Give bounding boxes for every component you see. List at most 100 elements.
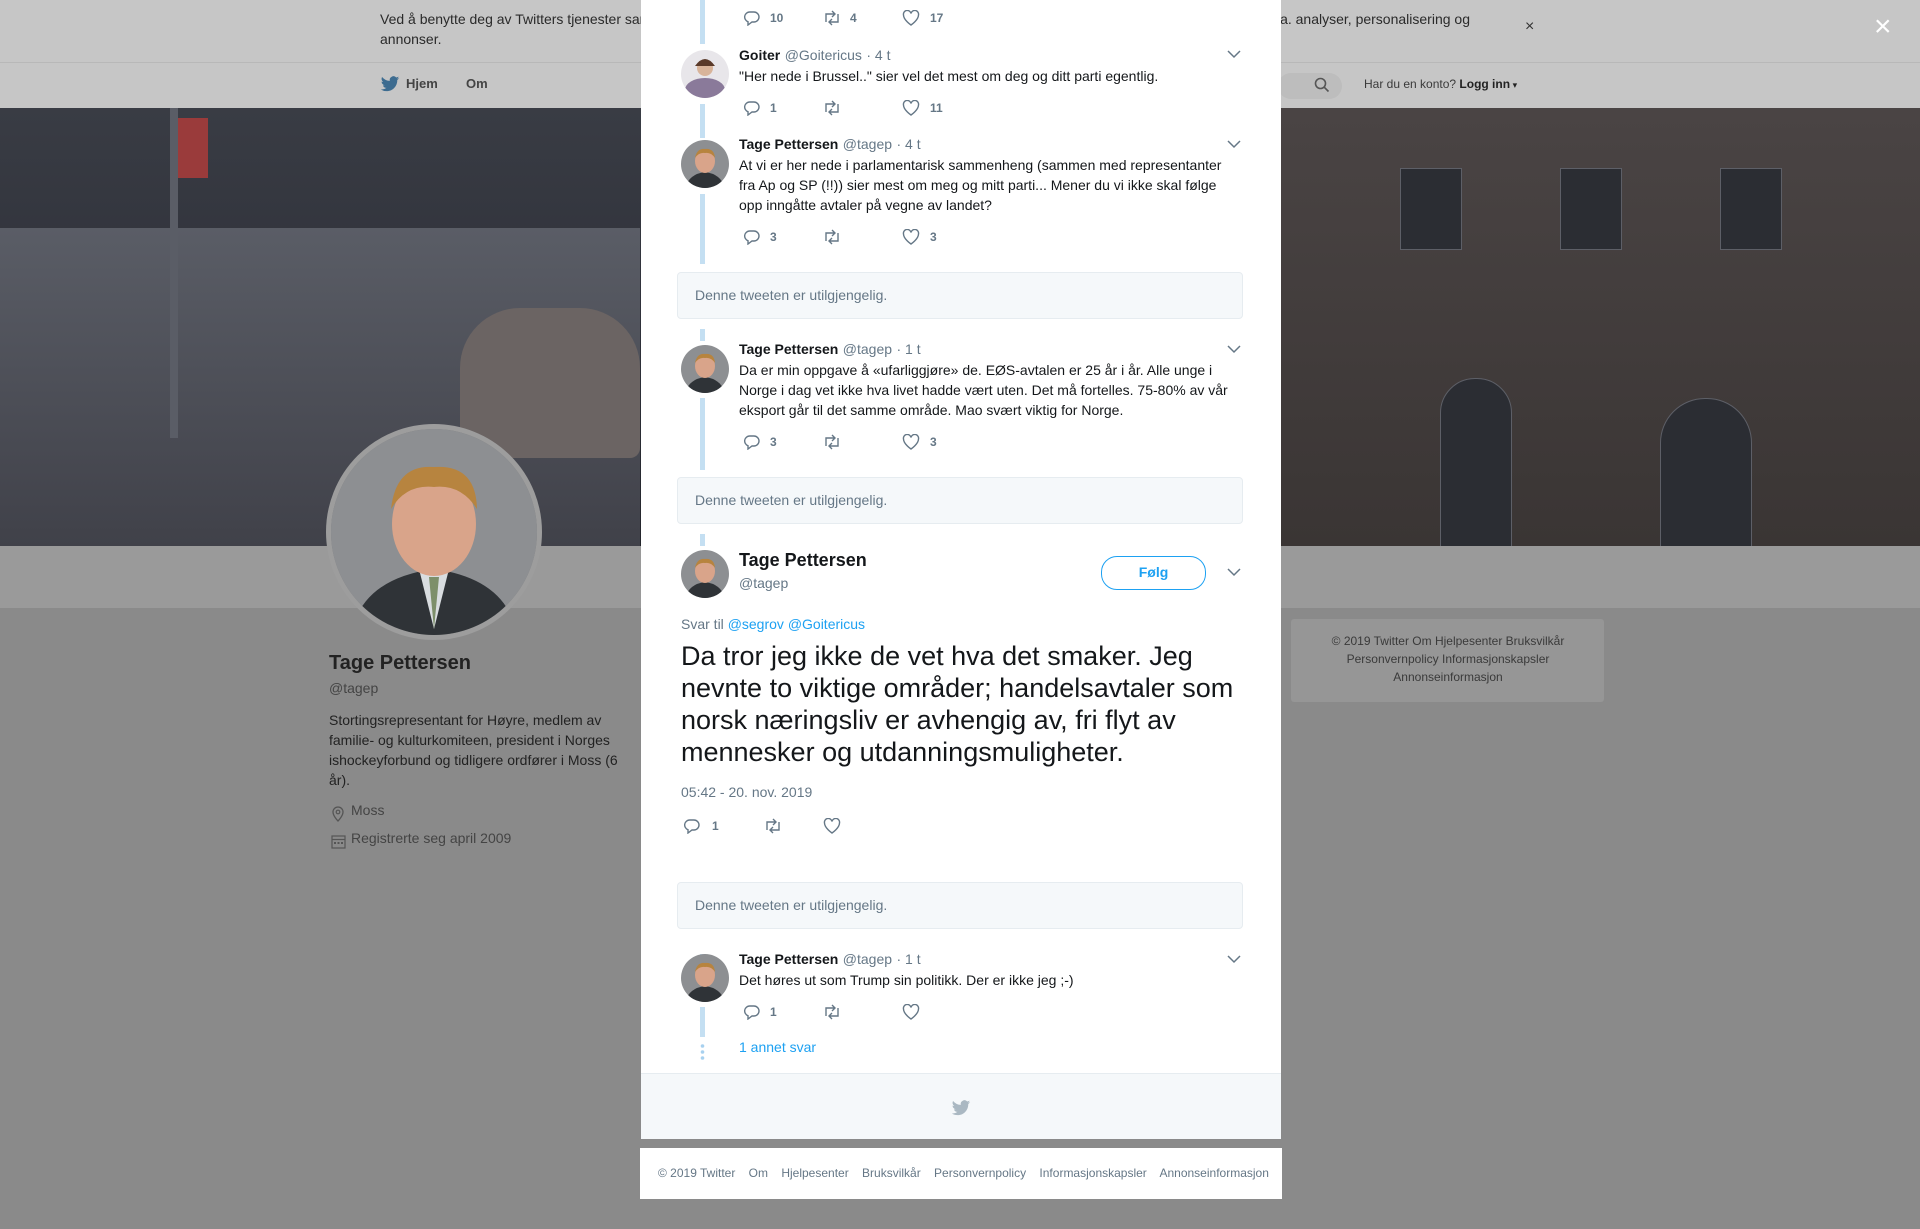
login-link[interactable]: Logg inn (1459, 77, 1510, 91)
chevron-down-icon[interactable] (1227, 568, 1241, 577)
profile-location: Moss (351, 802, 385, 818)
reply-icon[interactable] (743, 100, 761, 116)
reply-to-mention[interactable]: @segrov (728, 616, 784, 632)
more-replies-dots-icon (700, 1044, 705, 1060)
tweet-time[interactable]: · 1 t (897, 951, 921, 967)
like-count: 3 (930, 435, 937, 449)
caret-down-icon[interactable]: ▾ (1510, 80, 1518, 90)
reply-to-label: Svar til (681, 616, 724, 632)
tweet-author-handle[interactable]: @Goitericus (785, 47, 862, 63)
reply-to-mention[interactable]: @Goitericus (788, 616, 865, 632)
chevron-down-icon[interactable] (1227, 140, 1241, 149)
chevron-down-icon[interactable] (1227, 50, 1241, 59)
nav-home-link[interactable]: Hjem (406, 76, 438, 91)
login-area: Har du en konto? Logg inn ▾ (1364, 77, 1517, 91)
profile-name[interactable]: Tage Pettersen (329, 652, 471, 675)
tweet-modal: 10 4 17 Goiter @Goitericus · 4 t "Her ne… (641, 0, 1281, 1139)
avatar[interactable] (681, 954, 729, 1002)
main-tweet-author-handle[interactable]: @tagep (739, 575, 788, 591)
reply-count: 1 (712, 819, 719, 833)
like-count: 17 (930, 11, 944, 25)
tweet-author-name[interactable]: Tage Pettersen (739, 136, 838, 152)
reply-icon[interactable] (743, 1004, 761, 1020)
tweet-text: Det høres ut som Trump sin politikk. Der… (739, 972, 1074, 988)
tweet-author-name[interactable]: Tage Pettersen (739, 951, 838, 967)
follow-button[interactable]: Følg (1101, 556, 1206, 590)
tweet-actions: 1 11 (743, 100, 1043, 120)
tweet-author-handle[interactable]: @tagep (843, 341, 892, 357)
like-icon[interactable] (823, 818, 841, 834)
like-icon[interactable] (902, 10, 920, 26)
avatar[interactable] (681, 140, 729, 188)
tweet-actions: 1 (683, 818, 983, 838)
calendar-icon (331, 834, 346, 849)
chevron-down-icon[interactable] (1227, 955, 1241, 964)
tweet-actions: 3 3 (743, 229, 1043, 249)
tweet-time[interactable]: · 1 t (897, 341, 921, 357)
like-icon[interactable] (902, 434, 920, 450)
thread-line (700, 0, 705, 44)
retweet-icon[interactable] (822, 100, 842, 116)
retweet-icon[interactable] (763, 818, 783, 834)
tweet-author-handle[interactable]: @tagep (843, 951, 892, 967)
unavailable-text: Denne tweeten er utilgjengelig. (695, 492, 888, 508)
tweet-author-handle[interactable]: @tagep (843, 136, 892, 152)
account-prompt: Har du en konto? (1364, 77, 1457, 91)
retweet-icon[interactable] (822, 1004, 842, 1020)
search-field[interactable] (1278, 73, 1342, 99)
cookie-close-button[interactable]: × (1525, 18, 1534, 36)
tweet-text: At vi er her nede i parlamentarisk samme… (739, 157, 1222, 213)
modal-close-button[interactable]: × (1874, 12, 1892, 42)
thread-line (700, 194, 705, 264)
reply-icon[interactable] (683, 818, 701, 834)
thread-line (700, 329, 705, 341)
main-tweet-author-name[interactable]: Tage Pettersen (739, 550, 867, 571)
tweet-actions: 3 3 (743, 434, 1043, 454)
main-tweet-text: Da tror jeg ikke de vet hva det smaker. … (681, 641, 1234, 767)
tweet-time[interactable]: · 4 t (866, 47, 890, 63)
avatar[interactable] (681, 550, 729, 598)
tweet-actions: 1 (743, 1004, 1043, 1024)
profile-avatar[interactable] (326, 424, 542, 640)
twitter-bird-icon[interactable] (380, 76, 400, 93)
reply-count: 3 (770, 230, 777, 244)
tweet-text: "Her nede i Brussel.." sier vel det mest… (739, 68, 1159, 84)
chevron-down-icon[interactable] (1227, 345, 1241, 354)
like-count: 3 (930, 230, 937, 244)
unavailable-tweet: Denne tweeten er utilgjengelig. (677, 272, 1243, 319)
search-icon[interactable] (1314, 77, 1332, 95)
profile-handle[interactable]: @tagep (329, 680, 378, 696)
retweet-icon[interactable] (822, 10, 842, 26)
tweet-time[interactable]: · 4 t (897, 136, 921, 152)
tweet-header: Tage Pettersen @tagep · 1 t (739, 341, 921, 359)
tweet-header: Goiter @Goitericus · 4 t (739, 47, 891, 65)
nav-about-link[interactable]: Om (466, 76, 488, 91)
reply-icon[interactable] (743, 10, 761, 26)
reply-count: 3 (770, 435, 777, 449)
more-replies-link[interactable]: 1 annet svar (739, 1039, 816, 1055)
like-icon[interactable] (902, 1004, 920, 1020)
tweet-author-name[interactable]: Goiter (739, 47, 780, 63)
unavailable-text: Denne tweeten er utilgjengelig. (695, 287, 888, 303)
building-right (1280, 108, 1920, 546)
bottom-footer-links[interactable]: © 2019 Twitter Om Hjelpesenter Bruksvilk… (658, 1166, 1269, 1180)
thread-line (700, 534, 705, 546)
main-tweet-timestamp[interactable]: 05:42 - 20. nov. 2019 (681, 784, 812, 800)
reply-count: 10 (770, 11, 784, 25)
twitter-bird-icon (951, 1100, 971, 1117)
retweet-icon[interactable] (822, 229, 842, 245)
avatar[interactable] (681, 50, 729, 98)
retweet-icon[interactable] (822, 434, 842, 450)
like-icon[interactable] (902, 100, 920, 116)
unavailable-tweet: Denne tweeten er utilgjengelig. (677, 477, 1243, 524)
like-icon[interactable] (902, 229, 920, 245)
avatar[interactable] (681, 345, 729, 393)
bottom-footer: © 2019 Twitter Om Hjelpesenter Bruksvilk… (640, 1148, 1282, 1199)
side-footer-links[interactable]: © 2019 Twitter Om Hjelpesenter Bruksvilk… (1300, 632, 1596, 686)
profile-bio: Stortingsrepresentant for Høyre, medlem … (329, 712, 618, 788)
reply-icon[interactable] (743, 434, 761, 450)
tweet-text: Da er min oppgave å «ufarliggjøre» de. E… (739, 362, 1228, 418)
reply-icon[interactable] (743, 229, 761, 245)
tweet-author-name[interactable]: Tage Pettersen (739, 341, 838, 357)
tweet-header: Tage Pettersen @tagep · 4 t (739, 136, 921, 154)
